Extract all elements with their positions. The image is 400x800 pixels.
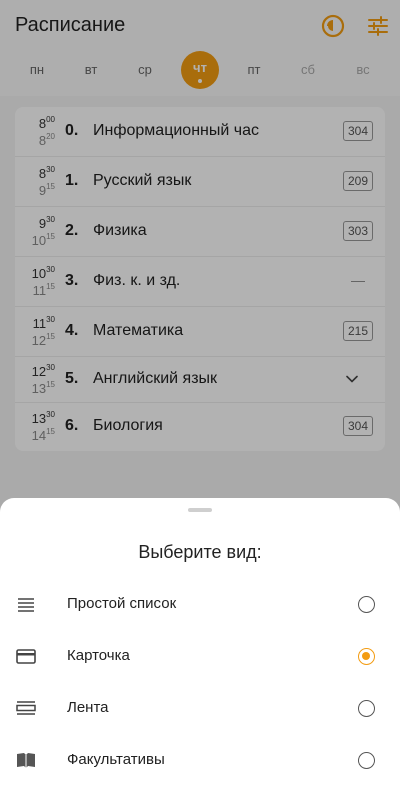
option-label: Простой список [67,595,177,612]
list-icon [18,598,34,612]
view-option-feed[interactable]: Лента [0,682,400,734]
radio-button[interactable] [358,752,375,769]
radio-button[interactable] [358,700,375,717]
radio-button[interactable] [358,596,375,613]
view-picker-sheet: Выберите вид: Простой список Карточка Ле… [0,498,400,800]
feed-icon [16,701,36,715]
card-icon [16,649,36,664]
view-option-simple-list[interactable]: Простой список [0,578,400,630]
option-label: Лента [67,699,109,716]
drag-handle[interactable] [188,508,212,512]
view-option-card[interactable]: Карточка [0,630,400,682]
radio-button-selected[interactable] [358,648,375,665]
option-label: Карточка [67,647,130,664]
option-label: Факультативы [67,751,165,768]
view-option-electives[interactable]: Факультативы [0,734,400,786]
book-icon [17,753,35,768]
sheet-title: Выберите вид: [138,542,262,562]
